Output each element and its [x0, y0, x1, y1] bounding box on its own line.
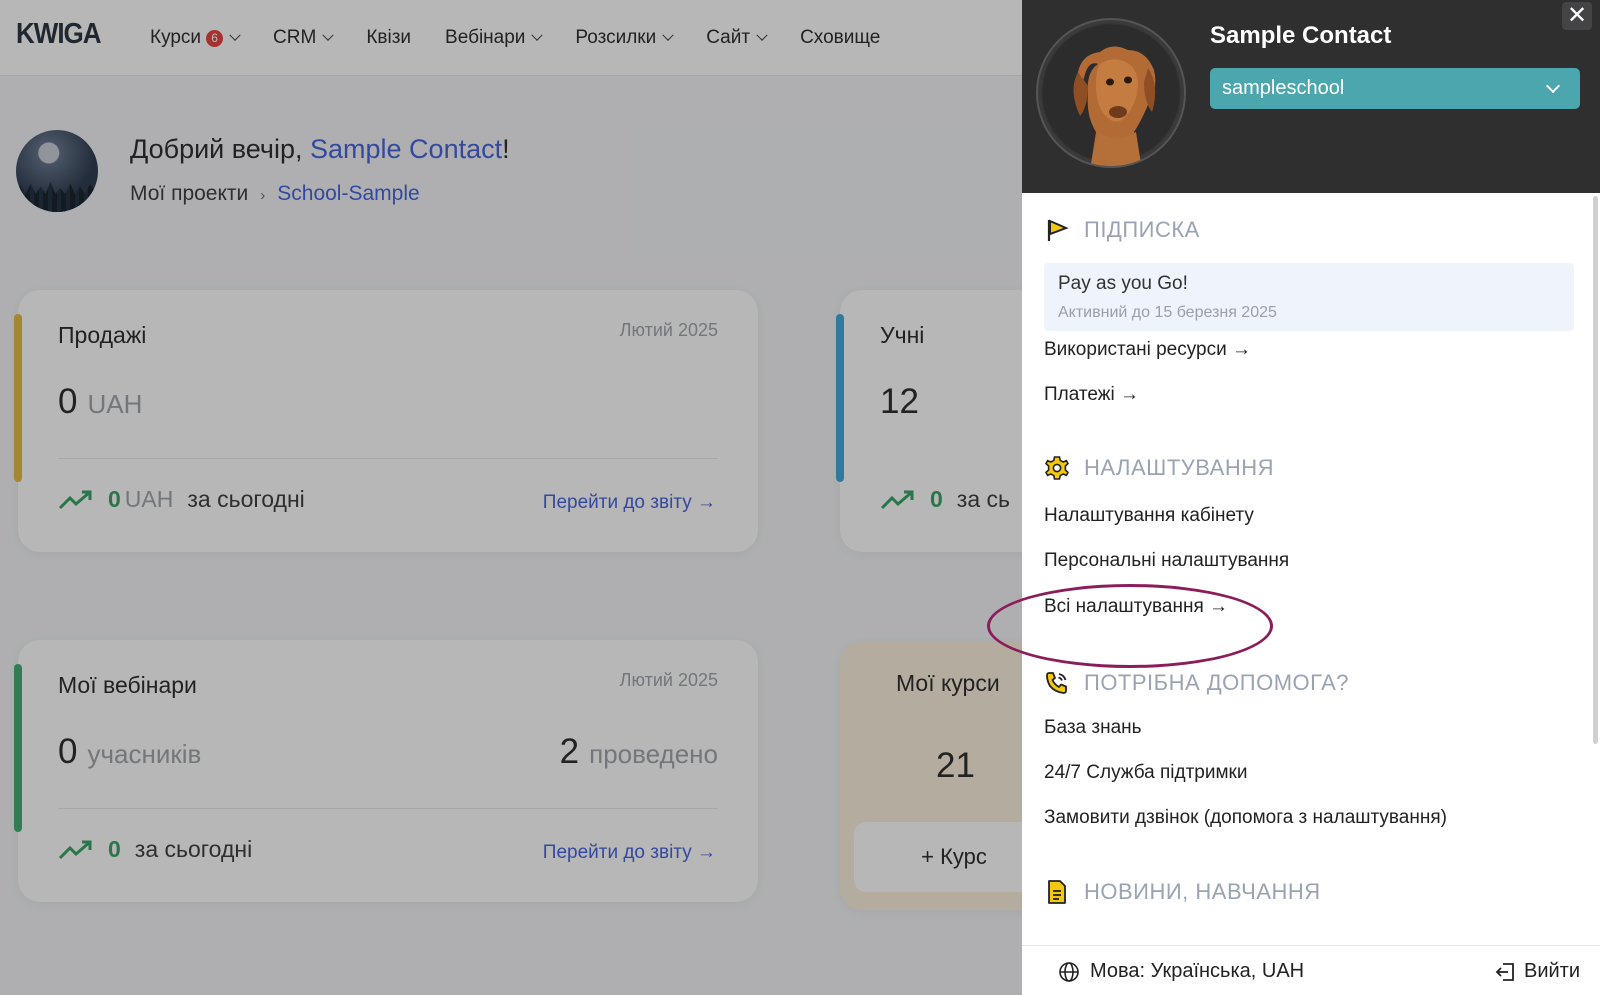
globe-icon [1059, 961, 1079, 982]
all-settings-link[interactable]: Всі налаштування → [1044, 596, 1228, 618]
user-avatar[interactable] [1036, 18, 1186, 168]
school-selector-value: sampleschool [1222, 77, 1345, 99]
subscription-heading: ПІДПИСКА [1044, 217, 1200, 243]
dog-photo-icon [1073, 46, 1156, 166]
document-icon [1048, 880, 1066, 904]
school-selector[interactable]: sampleschool [1210, 68, 1580, 109]
news-heading: НОВИНИ, НАВЧАННЯ [1044, 879, 1321, 905]
panel-header: ✕ Sample Contact sampleschool [1022, 0, 1600, 193]
news-heading-label: НОВИНИ, НАВЧАННЯ [1084, 879, 1321, 904]
close-panel-button[interactable]: ✕ [1562, 2, 1592, 30]
support-link[interactable]: 24/7 Служба підтримки [1044, 762, 1247, 784]
user-side-panel: ✕ Sample Contact sampleschool ПІДПИСКА P… [1022, 0, 1600, 995]
panel-user-name: Sample Contact [1210, 22, 1392, 49]
panel-scrollbar[interactable] [1593, 196, 1598, 744]
logout-button[interactable]: Вийти [1494, 960, 1580, 983]
help-heading: ПОТРІБНА ДОПОМОГА? [1044, 670, 1349, 696]
logout-icon [1495, 962, 1514, 981]
language-label: Мова: Українська, UAH [1090, 960, 1305, 982]
knowledge-base-link[interactable]: База знань [1044, 717, 1142, 739]
cabinet-settings-link[interactable]: Налаштування кабінету [1044, 505, 1254, 527]
logout-label: Вийти [1523, 960, 1580, 982]
panel-body[interactable]: ПІДПИСКА Pay as you Go! Активний до 15 б… [1022, 193, 1600, 945]
flag-icon [1047, 219, 1069, 241]
settings-heading: НАЛАШТУВАННЯ [1044, 455, 1274, 481]
chevron-down-icon [1545, 78, 1561, 94]
payments-link[interactable]: Платежі → [1044, 384, 1139, 406]
language-selector[interactable]: Мова: Українська, UAH [1058, 960, 1304, 983]
subscription-heading-label: ПІДПИСКА [1084, 217, 1200, 242]
panel-footer: Мова: Українська, UAH Вийти [1022, 945, 1600, 995]
settings-heading-label: НАЛАШТУВАННЯ [1084, 455, 1275, 480]
gear-icon [1045, 456, 1069, 480]
subscription-plan-name: Pay as you Go! [1058, 273, 1188, 294]
subscription-active-until: Активний до 15 березня 2025 [1058, 304, 1277, 321]
help-heading-label: ПОТРІБНА ДОПОМОГА? [1084, 670, 1349, 695]
subscription-plan-box: Pay as you Go! Активний до 15 березня 20… [1044, 263, 1574, 331]
request-call-link[interactable]: Замовити дзвінок (допомога з налаштуванн… [1044, 807, 1447, 829]
used-resources-link[interactable]: Використані ресурси → [1044, 339, 1251, 361]
personal-settings-link[interactable]: Персональні налаштування [1044, 550, 1289, 572]
phone-call-icon [1046, 672, 1067, 694]
